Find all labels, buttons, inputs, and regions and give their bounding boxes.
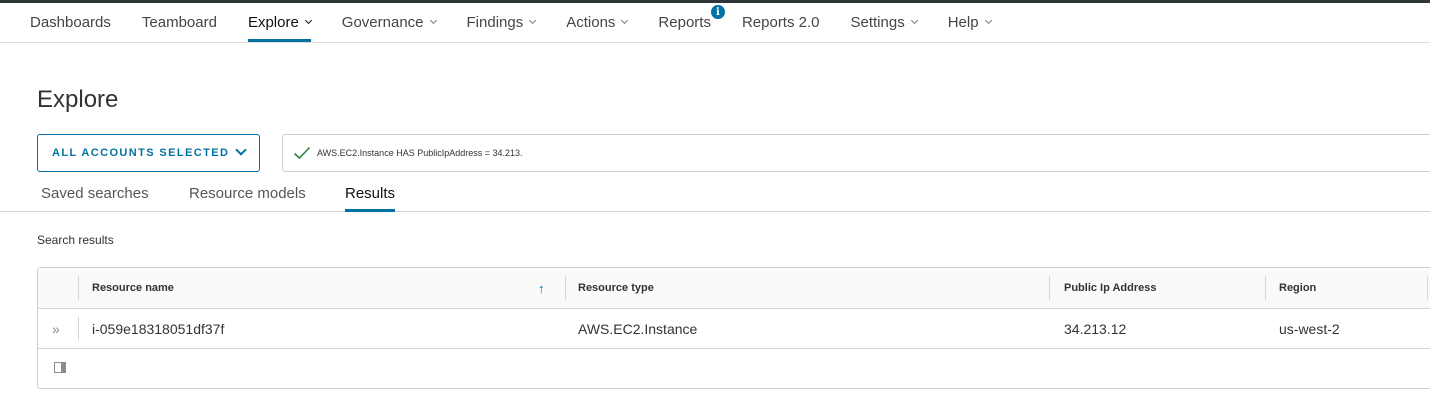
- nav-teamboard[interactable]: Teamboard: [142, 3, 217, 42]
- search-query-input[interactable]: AWS.EC2.Instance HAS PublicIpAddress = 3…: [282, 134, 1430, 172]
- chevron-down-icon: [984, 16, 992, 25]
- column-resize-handle[interactable]: [565, 276, 566, 300]
- tab-saved-searches-label: Saved searches: [41, 185, 149, 202]
- chevron-down-icon: [304, 16, 312, 25]
- nav-reports-label: Reports: [658, 14, 711, 31]
- chevron-down-icon: [529, 16, 537, 25]
- nav-teamboard-label: Teamboard: [141, 14, 217, 31]
- search-query-text: AWS.EC2.Instance HAS PublicIpAddress = 3…: [317, 148, 523, 158]
- nav-help[interactable]: Help: [947, 3, 992, 42]
- cell-resource-type: AWS.EC2.Instance: [578, 320, 698, 337]
- accounts-selector-button[interactable]: ALL ACCOUNTS SELECTED: [37, 134, 260, 172]
- chevron-down-icon: [621, 16, 629, 25]
- top-navigation-bar: Dashboards Teamboard Explore Governance …: [0, 0, 1430, 43]
- column-header-resource-name[interactable]: Resource name: [92, 268, 174, 308]
- datagrid-header: Resource name ↑ Resource type Public Ip …: [38, 268, 1430, 309]
- search-results-heading: Search results: [37, 233, 114, 247]
- cell-public-ip: 34.213.12: [1064, 320, 1127, 337]
- nav-reports[interactable]: Reports i: [658, 3, 725, 42]
- nav-settings-label: Settings: [850, 14, 905, 31]
- row-separator: [78, 317, 79, 340]
- main-nav: Dashboards Teamboard Explore Governance …: [0, 3, 1022, 42]
- nav-governance[interactable]: Governance: [341, 3, 437, 42]
- info-icon[interactable]: i: [710, 5, 725, 19]
- nav-governance-label: Governance: [341, 14, 424, 31]
- datagrid-footer: [38, 349, 1430, 389]
- tab-resource-models-label: Resource models: [189, 185, 306, 202]
- table-row[interactable]: » i-059e18318051df37f AWS.EC2.Instance 3…: [38, 309, 1430, 349]
- tab-saved-searches[interactable]: Saved searches: [41, 176, 149, 211]
- page-title: Explore: [37, 86, 119, 113]
- cell-region: us-west-2: [1279, 320, 1340, 337]
- explore-tabs: Saved searches Resource models Results: [0, 176, 1430, 212]
- column-header-resource-type[interactable]: Resource type: [578, 268, 654, 308]
- nav-actions-label: Actions: [566, 14, 616, 31]
- cell-resource-name: i-059e18318051df37f: [92, 320, 225, 337]
- column-header-region[interactable]: Region: [1279, 268, 1316, 308]
- tab-resource-models[interactable]: Resource models: [189, 176, 306, 211]
- column-resize-handle[interactable]: [1427, 276, 1428, 300]
- tab-results-label: Results: [345, 185, 396, 202]
- chevron-down-icon: [429, 16, 437, 25]
- nav-reports-2[interactable]: Reports 2.0: [742, 3, 820, 42]
- nav-dashboards[interactable]: Dashboards: [30, 3, 111, 42]
- column-header-region-label: Region: [1279, 282, 1317, 294]
- column-separator: [78, 276, 79, 300]
- nav-explore-label: Explore: [247, 14, 299, 31]
- column-header-public-ip-label: Public Ip Address: [1064, 282, 1157, 294]
- column-toggle-icon[interactable]: [54, 362, 66, 373]
- column-header-public-ip[interactable]: Public Ip Address: [1064, 268, 1157, 308]
- check-icon: [293, 146, 311, 160]
- column-header-resource-name-label: Resource name: [92, 282, 174, 294]
- column-header-resource-type-label: Resource type: [578, 282, 654, 294]
- results-datagrid: Resource name ↑ Resource type Public Ip …: [37, 267, 1430, 389]
- chevron-down-icon: [235, 144, 247, 156]
- column-resize-handle[interactable]: [1049, 276, 1050, 300]
- nav-dashboards-label: Dashboards: [30, 14, 111, 31]
- nav-explore[interactable]: Explore: [247, 3, 312, 42]
- nav-help-label: Help: [947, 14, 979, 31]
- nav-settings[interactable]: Settings: [850, 3, 918, 42]
- sort-ascending-icon[interactable]: ↑: [538, 268, 545, 308]
- tab-results[interactable]: Results: [345, 176, 396, 212]
- nav-reports-2-label: Reports 2.0: [741, 14, 820, 31]
- nav-findings[interactable]: Findings: [466, 3, 537, 42]
- column-resize-handle[interactable]: [1265, 276, 1266, 300]
- nav-findings-label: Findings: [466, 14, 524, 31]
- accounts-selector-label: ALL ACCOUNTS SELECTED: [52, 147, 230, 159]
- chevron-down-icon: [910, 16, 918, 25]
- nav-actions[interactable]: Actions: [566, 3, 629, 42]
- expand-row-icon[interactable]: »: [52, 309, 60, 348]
